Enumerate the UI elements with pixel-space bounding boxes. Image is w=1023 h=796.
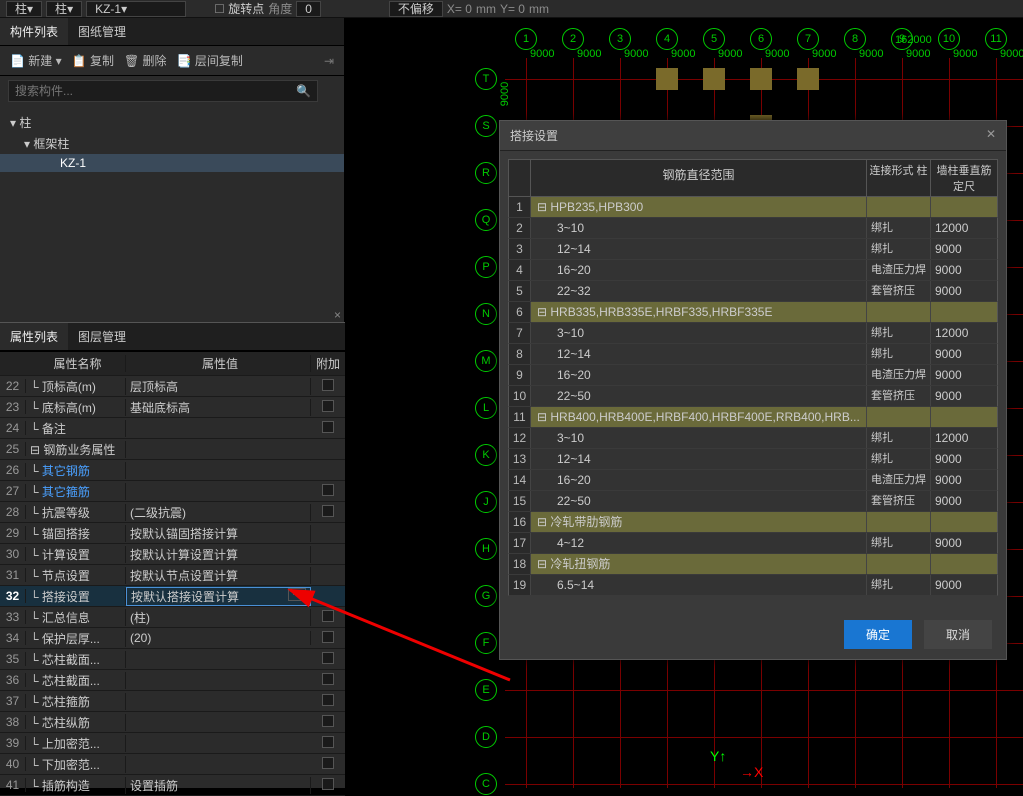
property-row[interactable]: 27└ 其它箍筋 [0,481,345,502]
tree-node-frame-column[interactable]: ▾ 框架柱 [10,133,334,154]
top-toolbar: 柱 ▾ 柱 ▾ KZ-1 ▾ ☐ 旋转点 角度 0 不偏移 X= 0 mm Y=… [0,0,1023,18]
component-tabs: 构件列表 图纸管理 [0,18,344,46]
offset-select[interactable]: 不偏移 [389,1,443,17]
property-row[interactable]: 30└ 计算设置按默认计算设置计算 [0,544,345,565]
dialog-row[interactable]: 1522~50套管挤压9000 [508,491,998,512]
dialog-row[interactable]: 196.5~14绑扎9000 [508,575,998,596]
tree-node-column[interactable]: ▾ 柱 [10,112,334,133]
copy-button[interactable]: 📋 复制 [72,52,114,69]
property-row[interactable]: 26└ 其它钢筋 [0,460,345,481]
tab-component-list[interactable]: 构件列表 [0,18,68,45]
dialog-row[interactable]: 312~14绑扎9000 [508,239,998,260]
dialog-row[interactable]: 1312~14绑扎9000 [508,449,998,470]
property-row[interactable]: 25⊟ 钢筋业务属性 [0,439,345,460]
property-row[interactable]: 22└ 顶标高(m)层顶标高 [0,376,345,397]
cancel-button[interactable]: 取消 [924,620,992,649]
component-select[interactable]: KZ-1 ▾ [86,1,186,17]
dialog-close-icon[interactable]: ✕ [986,127,996,144]
dialog-row[interactable]: 123~10绑扎12000 [508,428,998,449]
dialog-row[interactable]: 6⊟ HRB335,HRB335E,HRBF335,HRBF335E [508,302,998,323]
property-row[interactable]: 29└ 锚固搭接按默认锚固搭接计算 [0,523,345,544]
lap-setting-dialog: 搭接设置 ✕ 钢筋直径范围 连接形式 柱 墙柱垂直筋 定尺 1⊟ HPB235,… [499,120,1007,660]
dialog-row[interactable]: 23~10绑扎12000 [508,218,998,239]
tab-drawing-manage[interactable]: 图纸管理 [68,18,136,45]
dialog-row[interactable]: 174~12绑扎9000 [508,533,998,554]
search-input[interactable] [8,80,318,102]
property-row[interactable]: 33└ 汇总信息(柱) [0,607,345,628]
tab-property-list[interactable]: 属性列表 [0,323,68,350]
dialog-row[interactable]: 916~20电渣压力焊9000 [508,365,998,386]
dialog-row[interactable]: 18⊟ 冷轧扭钢筋 [508,554,998,575]
edit-dots-button[interactable]: ⋯ [288,588,306,601]
property-row[interactable]: 31└ 节点设置按默认节点设置计算 [0,565,345,586]
component-toolbar: 📄 新建 ▾ 📋 复制 🗑 删除 📑 层间复制 ⇥ [0,46,344,76]
property-row[interactable]: 36└ 芯柱截面... [0,670,345,691]
dialog-row[interactable]: 73~10绑扎12000 [508,323,998,344]
tree-node-kz1[interactable]: KZ-1 [0,154,344,172]
category-select-2[interactable]: 柱 ▾ [46,1,82,17]
dialog-row[interactable]: 416~20电渣压力焊9000 [508,260,998,281]
property-row[interactable]: 39└ 上加密范... [0,733,345,754]
dialog-row[interactable]: 1⊟ HPB235,HPB300 [508,197,998,218]
property-row[interactable]: 24└ 备注 [0,418,345,439]
expand-icon[interactable]: ⇥ [324,54,334,68]
new-button[interactable]: 📄 新建 ▾ [10,52,62,69]
search-icon[interactable]: 🔍 [296,84,311,98]
dialog-row[interactable]: 11⊟ HRB400,HRB400E,HRBF400,HRBF400E,RRB4… [508,407,998,428]
property-row[interactable]: 34└ 保护层厚...(20) [0,628,345,649]
dialog-row[interactable]: 16⊟ 冷轧带肋钢筋 [508,512,998,533]
property-row[interactable]: 35└ 芯柱截面... [0,649,345,670]
ok-button[interactable]: 确定 [844,620,912,649]
dialog-row[interactable]: 1022~50套管挤压9000 [508,386,998,407]
property-grid: 属性名称 属性值 附加 22└ 顶标高(m)层顶标高23└ 底标高(m)基础底标… [0,351,345,796]
component-tree: ▾ 柱 ▾ 框架柱 KZ-1 [0,106,344,178]
layer-copy-button[interactable]: 📑 层间复制 [177,52,243,69]
tab-layer-manage[interactable]: 图层管理 [68,323,136,350]
property-row[interactable]: 37└ 芯柱箍筋 [0,691,345,712]
property-panel: × 属性列表 图层管理 属性名称 属性值 附加 22└ 顶标高(m)层顶标高23… [0,322,345,788]
property-row[interactable]: 32└ 搭接设置按默认搭接设置计算⋯ [0,586,345,607]
property-row[interactable]: 38└ 芯柱纵筋 [0,712,345,733]
property-row[interactable]: 41└ 插筋构造设置插筋 [0,775,345,796]
category-select-1[interactable]: 柱 ▾ [6,1,42,17]
rotate-label: ☐ 旋转点 [214,0,264,17]
left-panel: 构件列表 图纸管理 📄 新建 ▾ 📋 复制 🗑 删除 📑 层间复制 ⇥ 🔍 ▾ … [0,18,345,788]
axis-indicator: Y↑→X [710,748,763,780]
dialog-title: 搭接设置 [510,127,558,144]
close-icon[interactable]: × [334,308,341,322]
dialog-row[interactable]: 1416~20电渣压力焊9000 [508,470,998,491]
property-row[interactable]: 28└ 抗震等级(二级抗震) [0,502,345,523]
dialog-row[interactable]: 812~14绑扎9000 [508,344,998,365]
property-row[interactable]: 40└ 下加密范... [0,754,345,775]
dialog-row[interactable]: 522~32套管挤压9000 [508,281,998,302]
property-row[interactable]: 23└ 底标高(m)基础底标高 [0,397,345,418]
delete-button[interactable]: 🗑 删除 [124,52,167,69]
